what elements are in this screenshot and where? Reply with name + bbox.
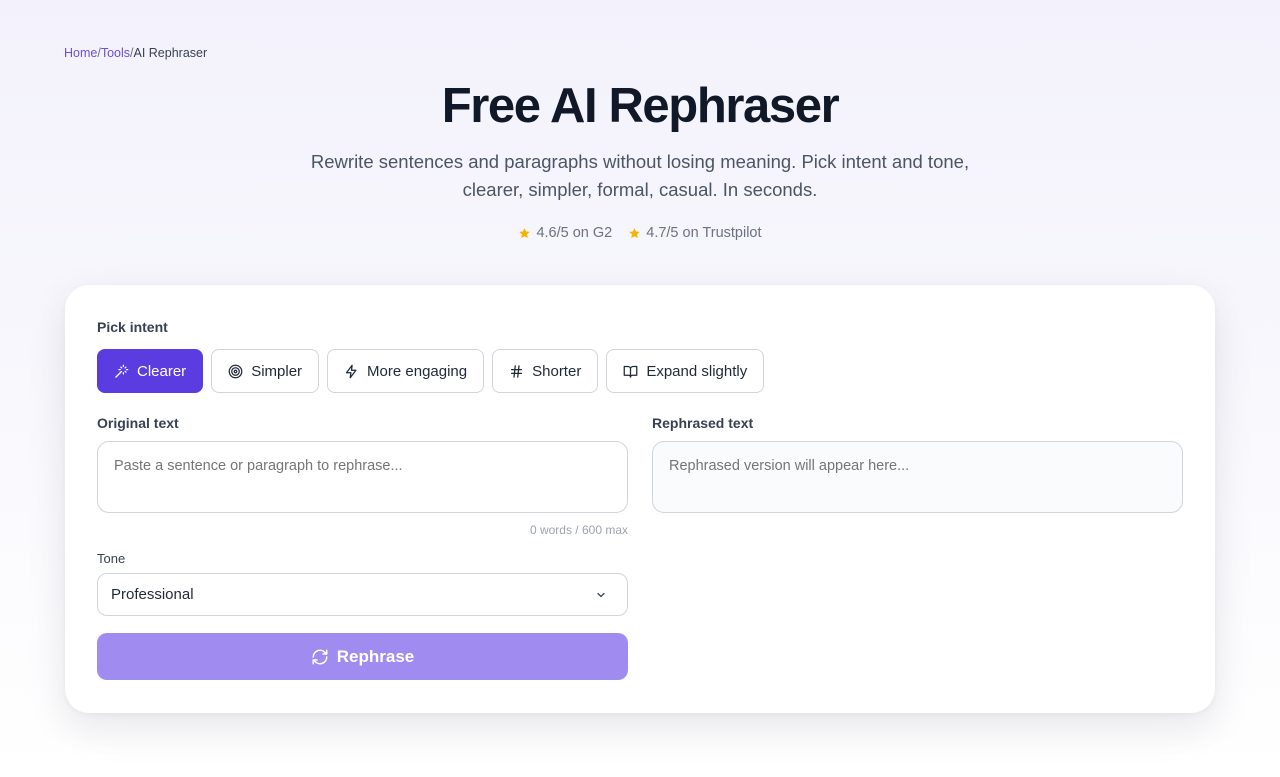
- lightning-icon: [345, 364, 357, 378]
- intent-label-text: Simpler: [251, 362, 303, 380]
- intent-more-engaging-button[interactable]: More engaging: [327, 349, 485, 393]
- original-text-input[interactable]: [97, 441, 628, 513]
- chevron-down-icon: [597, 592, 605, 597]
- intent-options: Clearer Simpler More engaging Shorter Ex…: [97, 349, 765, 393]
- intent-expand-slightly-button[interactable]: Expand slightly: [606, 349, 765, 393]
- page-title: Free AI Rephraser: [441, 79, 840, 133]
- page-subtitle: Rewrite sentences and paragraphs without…: [310, 151, 970, 200]
- magic-wand-icon: [115, 364, 129, 378]
- refresh-icon: [312, 649, 328, 664]
- intent-label: Pick intent: [97, 319, 168, 335]
- intent-simpler-button[interactable]: Simpler: [211, 349, 320, 393]
- book-open-icon: [623, 365, 638, 378]
- hash-icon: [511, 364, 523, 378]
- breadcrumb-home-link[interactable]: Home: [64, 46, 97, 60]
- intent-shorter-button[interactable]: Shorter: [492, 349, 599, 393]
- word-count: 0 words / 600 max: [529, 523, 628, 537]
- intent-label-text: Expand slightly: [646, 362, 748, 380]
- breadcrumb: Home / Tools / AI Rephraser: [64, 46, 207, 60]
- rephrase-button[interactable]: Rephrase: [97, 633, 628, 680]
- rating-trustpilot: 4.7/5 on Trustpilot: [628, 225, 762, 241]
- rephrase-button-label: Rephrase: [336, 646, 415, 666]
- intent-label-text: More engaging: [367, 362, 468, 380]
- tone-select[interactable]: Professional: [97, 573, 628, 616]
- star-icon: [519, 227, 531, 238]
- intent-clearer-button[interactable]: Clearer: [97, 349, 204, 393]
- rephrased-text-label: Rephrased text: [652, 415, 754, 431]
- breadcrumb-tools-link[interactable]: Tools: [101, 46, 130, 60]
- rephrased-text-output[interactable]: [652, 441, 1183, 513]
- target-icon: [228, 364, 243, 378]
- rephraser-card: Pick intent Clearer Simpler More engagin…: [65, 285, 1215, 713]
- rating-g2: 4.6/5 on G2: [518, 225, 612, 241]
- tone-label: Tone: [97, 551, 126, 566]
- original-text-label: Original text: [97, 415, 179, 431]
- intent-label-text: Shorter: [532, 362, 582, 380]
- breadcrumb-current: AI Rephraser: [133, 46, 208, 60]
- rating-trustpilot-text: 4.7/5 on Trustpilot: [646, 225, 762, 241]
- ratings: 4.6/5 on G2 4.7/5 on Trustpilot: [0, 225, 1280, 241]
- rating-g2-text: 4.6/5 on G2: [536, 225, 613, 241]
- intent-label-text: Clearer: [137, 362, 187, 380]
- tone-selected-value: Professional: [111, 586, 194, 603]
- star-icon: [629, 227, 641, 238]
